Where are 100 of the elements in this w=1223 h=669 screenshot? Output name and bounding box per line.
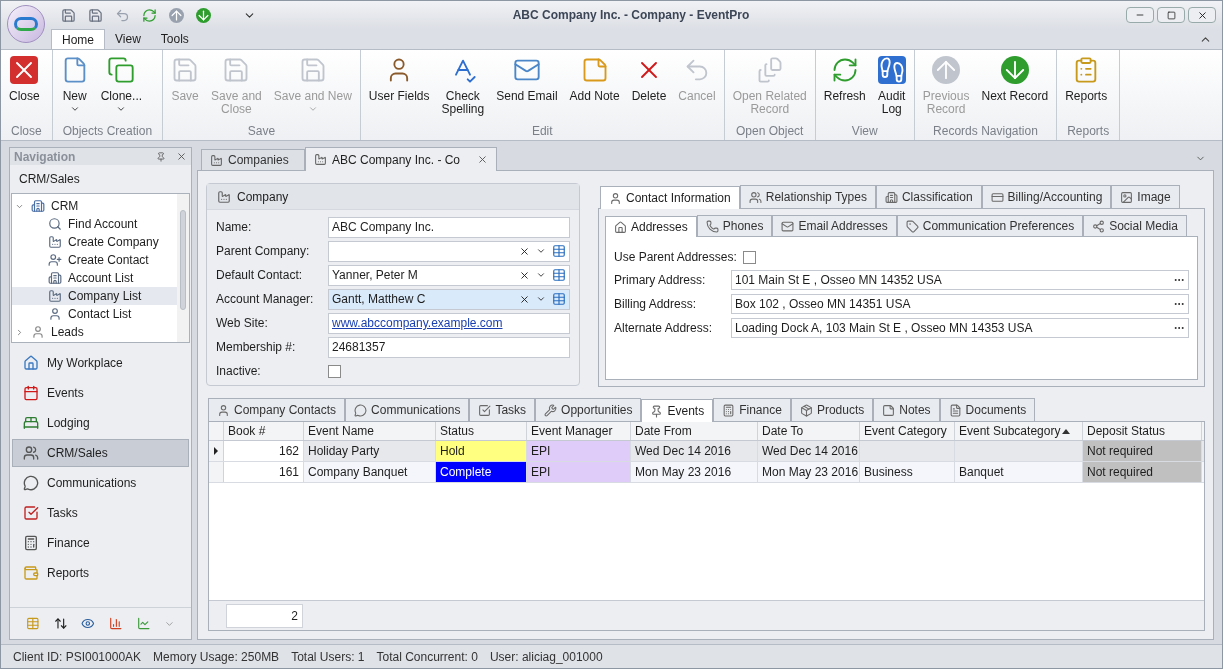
navigation-item[interactable]: Events <box>12 379 189 407</box>
save-icon[interactable] <box>61 7 76 23</box>
undo-icon[interactable] <box>115 7 130 23</box>
input-field[interactable]: 24681357 <box>328 336 570 358</box>
maximize-button[interactable] <box>1157 7 1185 23</box>
detail-tab[interactable]: Notes <box>873 398 940 421</box>
tree-item[interactable]: Company List <box>12 287 177 305</box>
ribbon-button[interactable]: New <box>54 56 95 124</box>
close-icon[interactable] <box>176 151 187 162</box>
column-header[interactable]: Date From <box>631 422 758 440</box>
address-field[interactable]: 101 Main St E , Osseo MN 14352 USA <box>731 270 1189 290</box>
detail-tab[interactable]: Products <box>790 398 874 421</box>
detail-tab[interactable]: Documents <box>939 398 1036 421</box>
close-icon[interactable] <box>477 154 489 165</box>
table-icon[interactable] <box>552 268 566 282</box>
ribbon-button[interactable]: Close <box>3 56 46 124</box>
document-tab[interactable]: ABC Company Inc. - Co <box>305 147 498 171</box>
address-field[interactable]: Box 102 , Osseo MN 14351 USA <box>731 294 1189 314</box>
sort-arrows-icon[interactable] <box>53 616 68 631</box>
bar-chart-icon[interactable] <box>108 616 123 631</box>
save-icon[interactable] <box>88 7 103 23</box>
address-tab[interactable]: Communication Preferences <box>896 215 1084 236</box>
ribbon-button[interactable]: Send Email <box>490 56 564 124</box>
ribbon-button[interactable]: User Fields <box>362 56 436 124</box>
detail-tab[interactable]: Opportunities <box>535 398 642 421</box>
tree-item[interactable]: Find Account <box>12 215 177 233</box>
dropdown-icon[interactable] <box>536 294 546 304</box>
building-icon <box>48 271 62 285</box>
refresh-icon[interactable] <box>142 7 157 23</box>
ribbon-button[interactable]: Add Note <box>563 56 626 124</box>
detail-tab[interactable]: Company Contacts <box>208 398 346 421</box>
tree-item[interactable]: Leads <box>49 323 86 341</box>
bed-icon <box>23 415 39 431</box>
lookup-field[interactable]: Yanner, Peter M <box>328 264 570 286</box>
line-chart-icon[interactable] <box>136 616 151 631</box>
navigation-item[interactable]: Reports <box>12 559 189 587</box>
link-field[interactable]: www.abccompany.example.com <box>328 312 570 334</box>
ribbon-button[interactable]: Reports <box>1059 56 1114 124</box>
address-tab[interactable]: Addresses <box>605 216 697 237</box>
speech-bubble-icon <box>354 403 368 417</box>
column-header[interactable]: Event Manager <box>527 422 631 440</box>
table-icon[interactable] <box>552 292 566 306</box>
navigation-item[interactable]: CRM/Sales <box>12 439 189 467</box>
detail-tab[interactable]: Tasks <box>469 398 536 421</box>
table-icon[interactable] <box>552 244 566 258</box>
column-header[interactable]: Deposit Status <box>1083 422 1202 440</box>
address-field[interactable]: Loading Dock A, 103 Main St E , Osseo MN 14353 USA <box>731 318 1189 338</box>
navigation-item[interactable]: Finance <box>12 529 189 557</box>
field-label: Parent Company: <box>216 243 311 260</box>
tree-item[interactable]: Create Contact <box>12 251 177 269</box>
detail-tab[interactable]: Communications <box>345 398 470 421</box>
address-tab[interactable]: Email Addresses <box>772 215 897 236</box>
clear-icon[interactable] <box>519 245 530 257</box>
ribbon-button[interactable]: Audit Log <box>871 56 912 124</box>
address-tab[interactable]: Social Media <box>1083 215 1187 236</box>
detail-tab[interactable]: Finance <box>713 398 791 421</box>
tree-item[interactable]: CRM <box>49 197 81 215</box>
info-tab[interactable]: Contact Information <box>600 186 740 209</box>
navigation-item[interactable]: Tasks <box>12 499 189 527</box>
tree-item[interactable]: Account List <box>12 269 177 287</box>
ribbon-button[interactable]: Next Record <box>975 56 1055 124</box>
tree-item[interactable]: Contact List <box>12 305 177 323</box>
info-tab[interactable]: Billing/Accounting <box>981 185 1112 208</box>
ribbon-tab[interactable]: Home <box>51 29 105 49</box>
detail-tab[interactable]: Events <box>641 399 714 422</box>
clear-icon[interactable] <box>519 293 530 305</box>
eye-icon[interactable] <box>81 616 95 631</box>
ribbon-tab[interactable]: Tools <box>150 29 199 49</box>
column-header[interactable]: Status <box>436 422 527 440</box>
column-header[interactable]: Book # <box>224 422 304 440</box>
scrollbar[interactable] <box>177 194 189 342</box>
ribbon-button[interactable]: Clone... <box>94 56 149 124</box>
lookup-field[interactable] <box>328 240 570 262</box>
lookup-field[interactable]: Gantt, Matthew C <box>328 288 570 310</box>
tree-item[interactable]: Create Company <box>12 233 177 251</box>
ribbon-tab[interactable]: View <box>105 29 151 49</box>
info-tab[interactable]: Relationship Types <box>739 185 876 208</box>
navigation-item[interactable]: Lodging <box>12 409 189 437</box>
ribbon-button[interactable]: Refresh <box>817 56 872 124</box>
navigation-item[interactable]: My Workplace <box>12 349 189 377</box>
navigation-item[interactable]: Communications <box>12 469 189 497</box>
ribbon-button[interactable]: Check Spelling <box>435 56 491 124</box>
column-header[interactable]: Event Category <box>860 422 955 440</box>
column-header[interactable]: Date To <box>758 422 860 440</box>
row-indicator[interactable] <box>209 441 224 461</box>
dropdown-icon[interactable] <box>536 246 546 256</box>
document-tab[interactable]: Companies <box>201 149 305 170</box>
clear-icon[interactable] <box>519 269 530 281</box>
address-tab[interactable]: Phones <box>696 215 773 236</box>
column-header[interactable]: Event Subcategory <box>955 422 1083 440</box>
close-button[interactable] <box>1188 7 1216 23</box>
info-tab[interactable]: Classification <box>875 185 982 208</box>
column-header[interactable]: Event Name <box>304 422 436 440</box>
dropdown-icon[interactable] <box>536 270 546 280</box>
info-tab[interactable]: Image <box>1111 185 1180 208</box>
use-parent-checkbox[interactable] <box>742 250 756 264</box>
ribbon-button[interactable]: Delete <box>625 56 673 124</box>
app-logo-icon[interactable] <box>7 5 45 43</box>
minimize-button[interactable] <box>1126 7 1154 23</box>
input-field[interactable]: ABC Company Inc. <box>328 216 570 238</box>
